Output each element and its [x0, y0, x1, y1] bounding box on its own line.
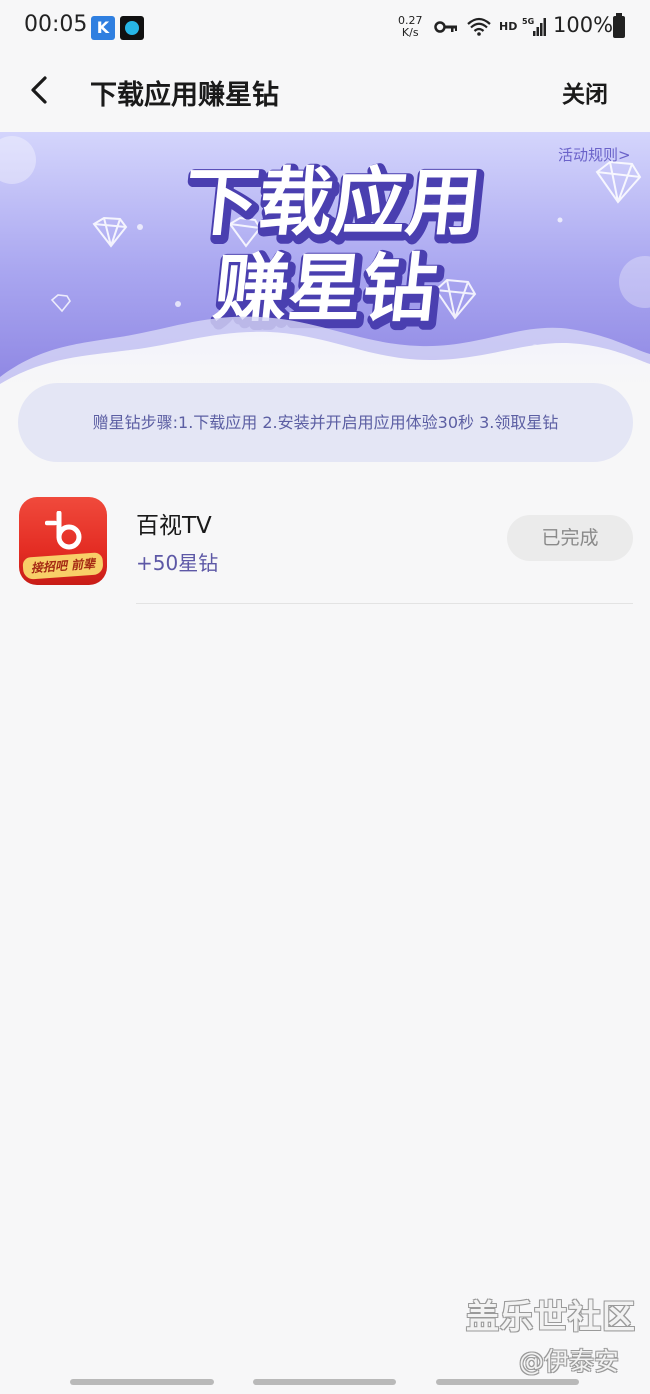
- b-logo-icon: [45, 511, 82, 550]
- hd-voice-indicator: HD: [499, 20, 518, 33]
- wifi-icon: [467, 17, 491, 36]
- kuwo-app-icon: K: [91, 16, 115, 40]
- back-arrow-icon[interactable]: [22, 72, 58, 108]
- camera-app-icon: [120, 16, 144, 40]
- app-reward: +50星钻: [136, 551, 219, 575]
- status-time: 00:05: [24, 12, 88, 37]
- watermark-author: @伊泰安: [519, 1347, 620, 1376]
- network-type-label: 5G: [522, 17, 534, 26]
- app-list-item[interactable]: 接招吧 前辈 百视TV +50星钻 已完成: [0, 492, 650, 604]
- status-bar: 00:05 K 0.27 K/s HD 5G 100%: [0, 0, 650, 56]
- baishi-tv-icon[interactable]: 接招吧 前辈: [19, 497, 107, 585]
- vpn-key-icon: [434, 21, 457, 33]
- activity-rules-link[interactable]: 活动规则>: [558, 144, 631, 165]
- promo-banner: 下载应用 下载应用 赚星钻 赚星钻 活动规则>: [0, 132, 650, 387]
- watermark-community: 盖乐世社区: [466, 1297, 636, 1336]
- completed-button[interactable]: 已完成: [507, 515, 633, 561]
- nav-bar: 下载应用赚星钻 关闭: [0, 56, 650, 132]
- signal-5g-icon: 5G: [522, 17, 546, 36]
- network-speed-unit: K/s: [401, 26, 419, 39]
- battery-icon: [613, 13, 625, 38]
- divider: [136, 603, 633, 604]
- gesture-handle-left[interactable]: [70, 1379, 214, 1385]
- page-title: 下载应用赚星钻: [90, 80, 279, 111]
- gesture-handle-right[interactable]: [436, 1379, 579, 1385]
- battery-percentage: 100%: [553, 13, 614, 37]
- app-name: 百视TV: [136, 513, 212, 539]
- app-icon-caption: 接招吧 前辈: [22, 552, 104, 580]
- gesture-handle-center[interactable]: [253, 1379, 396, 1385]
- banner-artwork: 下载应用 下载应用 赚星钻 赚星钻: [0, 132, 650, 387]
- close-button[interactable]: 关闭: [562, 75, 608, 109]
- banner-headline-line1: 下载应用: [180, 160, 485, 246]
- steps-info: 赠星钻步骤:1.下载应用 2.安装并开启用应用体验30秒 3.领取星钻: [18, 383, 633, 462]
- network-speed: 0.27 K/s: [398, 15, 423, 39]
